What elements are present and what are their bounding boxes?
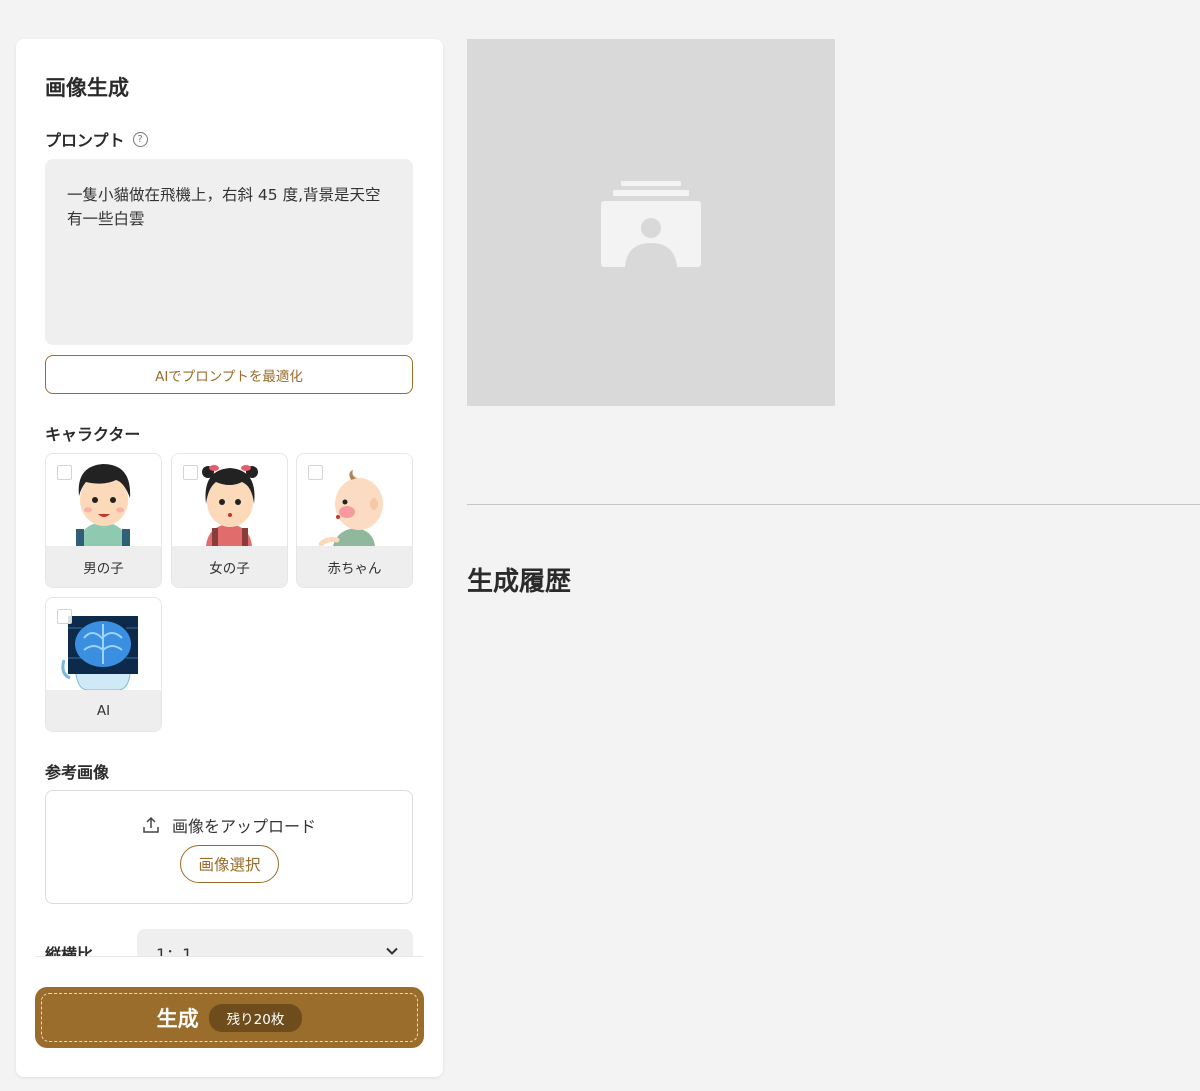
character-checkbox-boy[interactable] xyxy=(57,465,72,480)
upload-dropzone[interactable]: 画像をアップロード 画像選択 xyxy=(45,790,413,904)
character-name-ai: AI xyxy=(46,690,161,731)
image-preview-placeholder xyxy=(467,39,835,406)
panel-scroll-area[interactable]: 画像生成 プロンプト ? 一隻小貓做在飛機上，右斜 45 度,背景是天空有一些白… xyxy=(16,39,443,957)
upload-icon xyxy=(143,816,159,833)
character-checkbox-girl[interactable] xyxy=(183,465,198,480)
character-name-baby: 赤ちゃん xyxy=(297,546,412,587)
prompt-label: プロンプト ? xyxy=(45,127,148,151)
character-card-boy[interactable]: 男の子 xyxy=(45,453,162,588)
character-name-girl: 女の子 xyxy=(172,546,287,587)
generation-panel: 画像生成 プロンプト ? 一隻小貓做在飛機上，右斜 45 度,背景是天空有一些白… xyxy=(16,39,443,1077)
remaining-badge: 残り20枚 xyxy=(208,1003,303,1032)
character-checkbox-baby[interactable] xyxy=(308,465,323,480)
aspect-ratio-select[interactable]: 1：1 xyxy=(137,929,413,957)
select-image-button[interactable]: 画像選択 xyxy=(180,845,279,883)
character-card-baby[interactable]: 赤ちゃん xyxy=(296,453,413,588)
character-card-girl[interactable]: 女の子 xyxy=(171,453,288,588)
aspect-ratio-label: 縦横比 xyxy=(45,945,94,957)
image-placeholder-icon xyxy=(601,181,701,267)
character-name-boy: 男の子 xyxy=(46,546,161,587)
footer-divider xyxy=(36,956,423,957)
section-divider xyxy=(467,504,1200,505)
help-icon[interactable]: ? xyxy=(132,131,148,147)
upload-row: 画像をアップロード xyxy=(46,813,412,837)
generate-button[interactable]: 生成 残り20枚 xyxy=(35,987,424,1048)
prompt-label-text: プロンプト xyxy=(45,131,125,150)
reference-image-label: 参考画像 xyxy=(45,763,110,782)
character-label: キャラクター xyxy=(45,425,141,444)
history-title: 生成履歴 xyxy=(467,567,572,597)
prompt-textarea[interactable]: 一隻小貓做在飛機上，右斜 45 度,背景是天空有一些白雲 xyxy=(45,159,413,345)
generate-button-label: 生成 xyxy=(156,1006,199,1031)
character-card-ai[interactable]: AI xyxy=(45,597,162,732)
panel-title: 画像生成 xyxy=(45,76,129,100)
upload-text: 画像をアップロード xyxy=(171,817,316,836)
character-checkbox-ai[interactable] xyxy=(57,609,72,624)
generate-button-inner: 生成 残り20枚 xyxy=(41,993,418,1042)
optimize-prompt-button[interactable]: AIでプロンプトを最適化 xyxy=(45,355,413,394)
aspect-ratio-value: 1：1 xyxy=(156,945,193,957)
